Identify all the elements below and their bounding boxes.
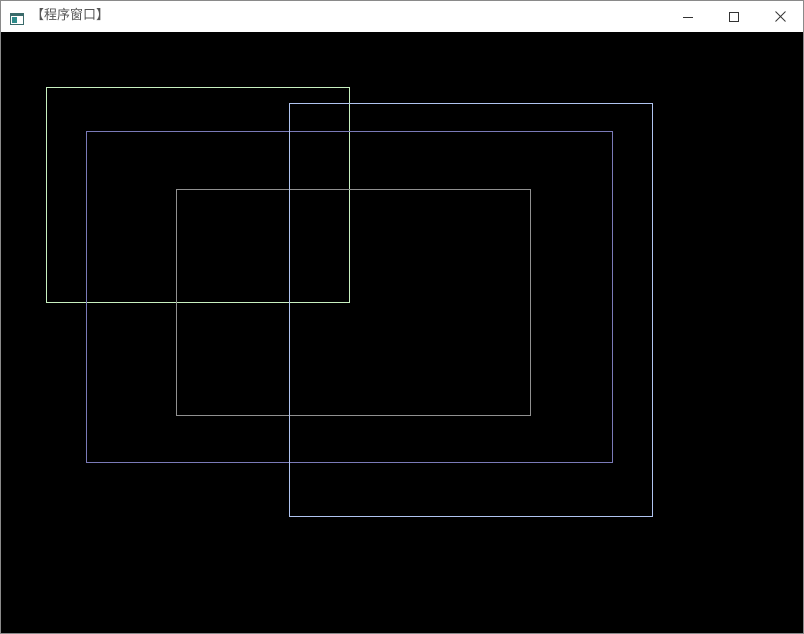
- rectangle-1: [46, 87, 350, 303]
- window-title: 【程序窗口】: [31, 8, 110, 23]
- close-button[interactable]: [757, 1, 803, 32]
- title-bar[interactable]: 【程序窗口】: [1, 1, 803, 32]
- maximize-button[interactable]: [711, 1, 757, 32]
- program-window: 【程序窗口】: [0, 0, 804, 634]
- close-icon: [774, 11, 786, 22]
- maximize-icon: [729, 11, 739, 22]
- minimize-button[interactable]: [665, 1, 711, 32]
- drawing-surface: [46, 87, 653, 517]
- drawing-canvas[interactable]: [1, 32, 803, 633]
- console-app-icon[interactable]: [10, 10, 24, 25]
- minimize-icon: [683, 16, 693, 18]
- rectangle-4: [289, 103, 653, 517]
